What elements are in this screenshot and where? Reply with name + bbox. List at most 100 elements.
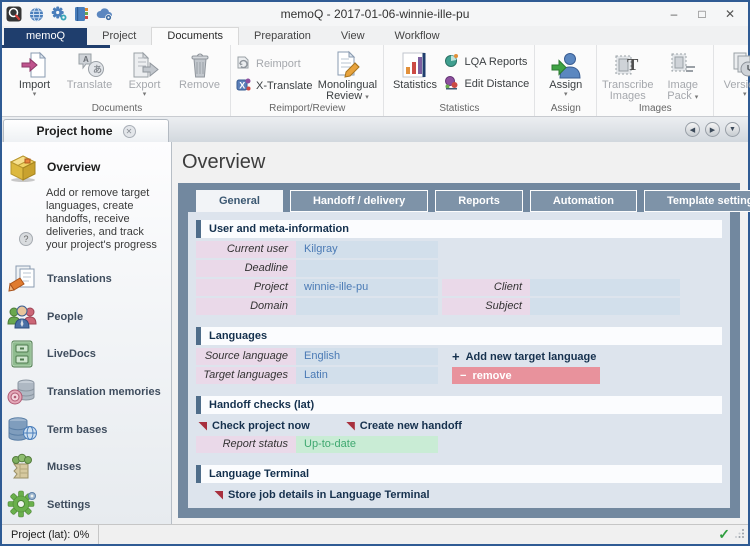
sidebar-item-term-bases[interactable]: Term bases xyxy=(2,411,171,449)
translate-button[interactable]: Aあ Translate xyxy=(62,48,117,103)
report-status-label: Report status xyxy=(196,436,296,453)
group-label-images: Images xyxy=(600,103,710,116)
domain-value[interactable] xyxy=(296,298,438,315)
section-language-terminal: Language Terminal Store job details in L… xyxy=(196,465,722,505)
image-pack-button[interactable]: Image Pack ▾ xyxy=(655,48,710,103)
minimize-button[interactable]: – xyxy=(660,3,688,25)
versions-dropdown-arrow[interactable]: ▾ xyxy=(743,91,747,98)
tab-scroll-left-button[interactable]: ◀ xyxy=(685,122,700,137)
transcribe-images-icon: T xyxy=(613,50,643,80)
project-home-tab[interactable]: Project home ✕ xyxy=(3,119,169,142)
tab-scroll-right-button[interactable]: ▶ xyxy=(705,122,720,137)
import-dropdown-arrow[interactable]: ▾ xyxy=(33,91,37,98)
memoq-logo-icon[interactable] xyxy=(6,6,22,22)
red-flag-icon xyxy=(346,422,355,431)
tab-documents[interactable]: Documents xyxy=(151,27,239,45)
assign-button[interactable]: Assign ▾ xyxy=(538,48,593,103)
edit-distance-button[interactable]: Edit Distance xyxy=(444,76,529,91)
tab-view[interactable]: View xyxy=(326,28,380,45)
group-label-reimport-review: Reimport/Review xyxy=(234,103,380,116)
reimport-button[interactable]: Reimport xyxy=(236,56,312,71)
import-button[interactable]: Import ▾ xyxy=(7,48,62,103)
title-bar: memoQ - 2017-01-06-winnie-ille-pu – □ ✕ xyxy=(2,2,748,26)
help-globe-icon[interactable] xyxy=(29,7,44,22)
subject-value[interactable] xyxy=(530,298,680,315)
general-tab-content: User and meta-information Current user K… xyxy=(188,212,730,508)
lqa-reports-button[interactable]: LQA Reports xyxy=(444,54,529,69)
deadline-label: Deadline xyxy=(196,260,296,277)
page-title: Overview xyxy=(172,142,748,183)
statistics-button[interactable]: Statistics xyxy=(387,48,442,103)
ribbon-group-reimport-review: Reimport X X-Translate Monolingual Revie… xyxy=(231,45,384,116)
tab-workflow[interactable]: Workflow xyxy=(380,28,455,45)
sidebar-item-muses[interactable]: Muses xyxy=(2,449,171,487)
source-language-value: English xyxy=(296,348,438,365)
main-pane: Overview General Handoff / delivery Repo… xyxy=(172,142,748,524)
resize-grip[interactable] xyxy=(735,528,745,541)
tab-preparation[interactable]: Preparation xyxy=(239,28,326,45)
maximize-button[interactable]: □ xyxy=(688,3,716,25)
remove-button[interactable]: Remove xyxy=(172,48,227,103)
versions-icon xyxy=(730,50,750,80)
tab-close-icon[interactable]: ✕ xyxy=(123,125,136,138)
tab-template-settings[interactable]: Template settings xyxy=(644,190,750,212)
ok-check-icon: ✓ xyxy=(718,526,730,543)
tab-handoff-delivery[interactable]: Handoff / delivery xyxy=(290,190,428,212)
x-translate-button[interactable]: X X-Translate xyxy=(236,78,312,93)
check-project-now-link[interactable]: Check project now xyxy=(198,420,310,432)
edit-distance-icon xyxy=(444,75,459,93)
group-label-assign: Assign xyxy=(538,103,593,116)
tab-project[interactable]: Project xyxy=(87,28,151,45)
transcribe-images-button[interactable]: T Transcribe Images xyxy=(600,48,655,103)
tab-general[interactable]: General xyxy=(196,190,283,212)
window-controls: – □ ✕ xyxy=(660,3,744,25)
resources-book-icon[interactable] xyxy=(74,6,89,22)
project-home-sidebar: Overview ? Add or remove target language… xyxy=(2,142,172,524)
sidebar-item-translations[interactable]: Translations xyxy=(2,260,171,298)
sidebar-item-settings[interactable]: Settings xyxy=(2,486,171,524)
sidebar-item-people[interactable]: People xyxy=(2,298,171,336)
sidebar-item-livedocs[interactable]: LiveDocs xyxy=(2,335,171,373)
help-icon[interactable]: ? xyxy=(19,232,33,246)
translate-icon: Aあ xyxy=(75,50,105,80)
sidebar-item-translation-memories[interactable]: Translation memories xyxy=(2,373,171,411)
tab-reports[interactable]: Reports xyxy=(435,190,523,212)
image-pack-dropdown-arrow[interactable]: ▾ xyxy=(695,94,699,101)
red-flag-icon xyxy=(198,422,207,431)
create-new-handoff-link[interactable]: Create new handoff xyxy=(346,420,462,432)
overview-panel: General Handoff / delivery Reports Autom… xyxy=(178,183,740,518)
svg-text:X: X xyxy=(239,80,245,90)
svg-text:A: A xyxy=(83,55,89,64)
tab-memoq[interactable]: memoQ xyxy=(4,28,87,45)
assign-dropdown-arrow[interactable]: ▾ xyxy=(564,91,568,98)
add-target-language-button[interactable]: + Add new target language xyxy=(452,351,596,363)
ribbon-group-documents: Import ▾ Aあ Translate Export ▾ Remove Do… xyxy=(4,45,231,116)
window-title: memoQ - 2017-01-06-winnie-ille-pu xyxy=(2,7,748,21)
target-languages-value: Latin xyxy=(296,367,438,384)
options-gears-icon[interactable] xyxy=(51,6,67,22)
store-job-details-link[interactable]: Store job details in Language Terminal xyxy=(214,489,430,501)
project-label: Project xyxy=(196,279,296,296)
remove-target-language-button[interactable]: − remove xyxy=(452,367,600,384)
versions-button[interactable]: Versions ▾ xyxy=(717,48,750,103)
lqa-reports-icon xyxy=(444,53,459,71)
tab-automation[interactable]: Automation xyxy=(530,190,637,212)
ribbon-group-other: Versions ▾ Add To LiveDocs Create View O… xyxy=(714,45,750,116)
export-button[interactable]: Export ▾ xyxy=(117,48,172,103)
close-button[interactable]: ✕ xyxy=(716,3,744,25)
overview-box-icon xyxy=(6,151,40,183)
source-language-label: Source language xyxy=(196,348,296,365)
group-label-other: Other xyxy=(717,103,750,116)
monolingual-dropdown-arrow[interactable]: ▾ xyxy=(365,94,369,101)
client-value[interactable] xyxy=(530,279,680,296)
group-label-statistics: Statistics xyxy=(387,103,531,116)
term-bases-icon xyxy=(6,415,38,445)
deadline-value[interactable] xyxy=(296,260,438,277)
remove-trash-icon xyxy=(185,50,215,80)
sidebar-item-overview[interactable]: Overview xyxy=(2,151,171,183)
monolingual-review-button[interactable]: Monolingual Review ▾ xyxy=(314,48,380,103)
tab-list-button[interactable]: ▼ xyxy=(725,122,740,137)
translations-icon xyxy=(6,264,38,294)
export-dropdown-arrow[interactable]: ▾ xyxy=(143,91,147,98)
server-cloud-icon[interactable] xyxy=(96,7,113,21)
